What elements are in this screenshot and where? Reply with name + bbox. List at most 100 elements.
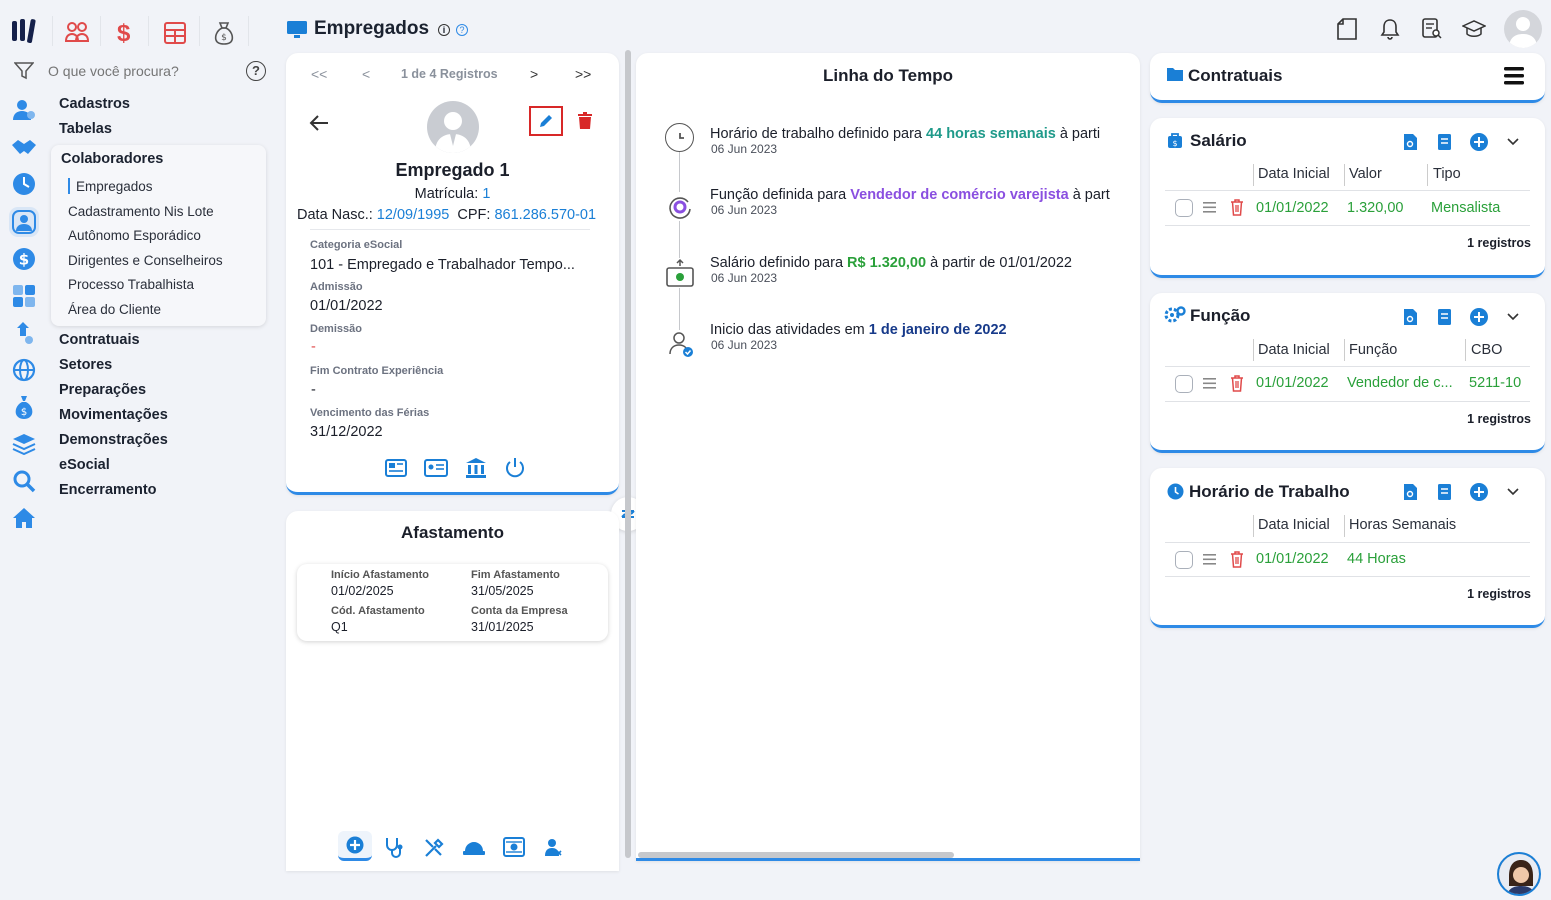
user-remove-icon[interactable] bbox=[545, 838, 563, 858]
drag-handle-icon[interactable] bbox=[1203, 378, 1216, 389]
user-avatar[interactable] bbox=[1504, 10, 1542, 48]
trash-icon[interactable] bbox=[1230, 375, 1244, 392]
horario-report-icon[interactable] bbox=[1403, 483, 1418, 501]
tab-add[interactable] bbox=[338, 831, 372, 861]
submenu-empregados[interactable]: Empregados bbox=[76, 179, 153, 194]
salario-collapse-icon[interactable] bbox=[1507, 138, 1519, 146]
submenu-autonomo[interactable]: Autônomo Esporádico bbox=[68, 228, 201, 243]
funcao-row-checkbox[interactable] bbox=[1175, 375, 1193, 393]
filter-icon[interactable] bbox=[14, 62, 34, 80]
active-indicator bbox=[68, 178, 70, 194]
menu-movimentacoes[interactable]: Movimentações bbox=[59, 407, 168, 423]
horario-row-horas: 44 Horas bbox=[1347, 551, 1406, 567]
globe-icon[interactable] bbox=[11, 357, 37, 383]
hard-hat-icon[interactable] bbox=[462, 838, 486, 856]
salario-report-icon[interactable] bbox=[1403, 133, 1418, 151]
menu-preparacoes[interactable]: Preparações bbox=[59, 382, 146, 398]
menu-encerramento[interactable]: Encerramento bbox=[59, 482, 157, 498]
search-input[interactable] bbox=[48, 60, 238, 82]
funcao-report-icon[interactable] bbox=[1403, 308, 1418, 326]
search-icon[interactable] bbox=[11, 468, 37, 494]
menu-contratuais[interactable]: Contratuais bbox=[59, 332, 140, 348]
menu-colaboradores[interactable]: Colaboradores bbox=[61, 151, 163, 167]
drag-handle-icon[interactable] bbox=[1203, 202, 1216, 213]
drag-handle-icon[interactable] bbox=[1203, 554, 1216, 565]
help-small-icon[interactable]: ? bbox=[456, 24, 468, 36]
nasc-cpf-line: Data Nasc.: 12/09/1995 CPF: 861.286.570-… bbox=[297, 207, 596, 223]
cat-label: Categoria eSocial bbox=[310, 239, 403, 251]
app-logo[interactable] bbox=[11, 18, 39, 44]
tl3-date: 06 Jun 2023 bbox=[711, 271, 778, 285]
handshake-icon[interactable] bbox=[11, 134, 37, 160]
panel-scrollbar[interactable] bbox=[625, 50, 631, 858]
note-icon[interactable] bbox=[1337, 18, 1357, 40]
salario-row-valor: 1.320,00 bbox=[1347, 200, 1404, 216]
funcao-add-button[interactable] bbox=[1470, 308, 1488, 326]
dem-label: Demissão bbox=[310, 323, 362, 335]
clock-icon[interactable] bbox=[11, 171, 37, 197]
trash-icon[interactable] bbox=[1230, 551, 1244, 568]
top-tab-calculator[interactable] bbox=[163, 21, 187, 45]
cadastros-icon[interactable] bbox=[11, 97, 37, 123]
funcao-list-icon[interactable] bbox=[1437, 308, 1452, 326]
submenu-dirigentes[interactable]: Dirigentes e Conselheiros bbox=[68, 253, 223, 268]
calculator-grid-icon[interactable] bbox=[11, 283, 37, 309]
back-arrow-icon[interactable] bbox=[309, 114, 329, 132]
first-page-button[interactable]: << bbox=[311, 66, 327, 82]
dollar-circle-icon[interactable]: $ bbox=[11, 246, 37, 272]
edit-button[interactable] bbox=[529, 106, 563, 136]
help-icon[interactable]: ? bbox=[246, 61, 266, 81]
tools-icon[interactable] bbox=[424, 838, 444, 858]
menu-setores[interactable]: Setores bbox=[59, 357, 112, 373]
menu-cadastros[interactable]: Cadastros bbox=[59, 96, 130, 112]
cod-label: Cód. Afastamento bbox=[331, 605, 425, 617]
power-icon[interactable] bbox=[505, 457, 525, 479]
tl2-date: 06 Jun 2023 bbox=[711, 203, 778, 217]
setores-icon[interactable] bbox=[11, 320, 37, 346]
top-tab-people[interactable] bbox=[64, 20, 90, 46]
menu-esocial[interactable]: eSocial bbox=[59, 457, 110, 473]
timeline-hscrollbar[interactable] bbox=[638, 852, 954, 858]
menu-demonstracoes[interactable]: Demonstrações bbox=[59, 432, 168, 448]
prev-page-button[interactable]: < bbox=[362, 66, 370, 82]
delete-button[interactable] bbox=[578, 112, 592, 129]
fim-value: - bbox=[311, 382, 316, 398]
support-assistant-avatar[interactable] bbox=[1497, 852, 1541, 896]
colaboradores-icon[interactable] bbox=[9, 207, 39, 237]
bell-icon[interactable] bbox=[1380, 18, 1400, 40]
employee-name: Empregado 1 bbox=[395, 160, 510, 180]
document-search-icon[interactable] bbox=[1422, 18, 1442, 40]
last-page-button[interactable]: >> bbox=[575, 66, 591, 82]
tl4-pre: Inicio das atividades em bbox=[710, 322, 869, 338]
info-icon[interactable]: i bbox=[438, 24, 450, 36]
bank-icon[interactable] bbox=[465, 457, 487, 479]
salario-list-icon[interactable] bbox=[1437, 133, 1452, 151]
submenu-area-cliente[interactable]: Área do Cliente bbox=[68, 302, 161, 317]
next-page-button[interactable]: > bbox=[530, 66, 538, 82]
hamburger-menu-icon[interactable] bbox=[1504, 66, 1524, 86]
funcao-collapse-icon[interactable] bbox=[1507, 313, 1519, 321]
layers-icon[interactable] bbox=[11, 431, 37, 457]
submenu-processo[interactable]: Processo Trabalhista bbox=[68, 277, 194, 292]
newspaper-icon[interactable] bbox=[385, 458, 407, 478]
graduation-cap-icon[interactable] bbox=[1462, 19, 1486, 39]
top-tab-money-bag[interactable]: $ bbox=[213, 20, 235, 46]
salario-add-button[interactable] bbox=[1470, 133, 1488, 151]
home-icon[interactable] bbox=[11, 505, 37, 531]
salario-title: Salário bbox=[1190, 131, 1247, 150]
stethoscope-icon[interactable] bbox=[384, 837, 404, 859]
horario-collapse-icon[interactable] bbox=[1507, 488, 1519, 496]
horario-add-button[interactable] bbox=[1470, 483, 1488, 501]
salario-row-checkbox[interactable] bbox=[1175, 199, 1193, 217]
horario-list-icon[interactable] bbox=[1437, 483, 1452, 501]
svg-text:$: $ bbox=[19, 251, 29, 269]
money-bag-icon[interactable]: $ bbox=[11, 394, 37, 420]
menu-tabelas[interactable]: Tabelas bbox=[59, 121, 112, 137]
tl2-post: à part bbox=[1068, 187, 1110, 203]
top-tab-dollar[interactable]: $ bbox=[117, 20, 130, 48]
cash-icon[interactable] bbox=[503, 837, 525, 857]
horario-row-checkbox[interactable] bbox=[1175, 551, 1193, 569]
submenu-cadastramento-nis[interactable]: Cadastramento Nis Lote bbox=[68, 204, 214, 219]
trash-icon[interactable] bbox=[1230, 199, 1244, 216]
id-card-icon[interactable] bbox=[424, 458, 448, 478]
